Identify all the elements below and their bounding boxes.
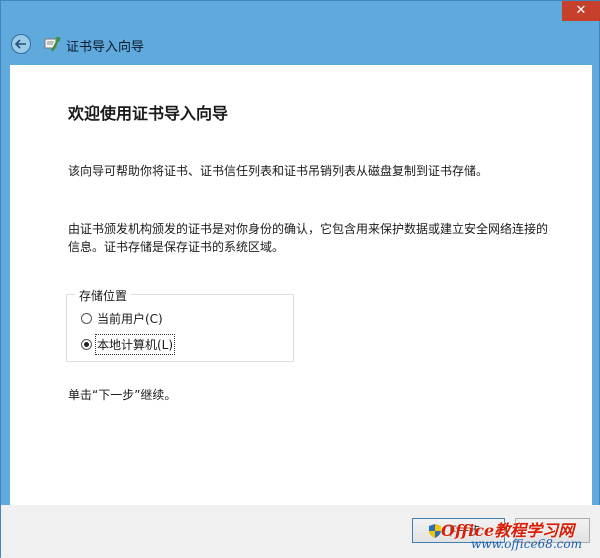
watermark-url: www.office68.com [471,537,582,551]
current-user-radio[interactable] [81,313,92,324]
close-button[interactable]: ✕ [562,1,600,21]
wizard-window: ✕ 证书导入向导 欢迎使用证书导入向导 该向导可帮助你将证书、证书信任列表和证书… [0,0,600,558]
back-arrow-icon [15,39,26,49]
description-text: 由证书颁发机构颁发的证书是对你身份的确认，它包含用来保护数据或建立安全网络连接的… [68,222,549,254]
current-user-label: 当前用户(C) [97,312,163,326]
title-bar: 证书导入向导 [1,23,599,65]
click-next-hint: 单击“下一步”继续。 [68,388,177,402]
uac-shield-icon [429,523,441,538]
page-title: 欢迎使用证书导入向导 [68,104,229,123]
back-button[interactable] [11,34,31,54]
store-location-title: 存储位置 [75,287,132,304]
current-user-option[interactable]: 当前用户(C) [81,310,163,327]
local-machine-radio[interactable] [81,339,92,350]
intro-text: 该向导可帮助你将证书、证书信任列表和证书吊销列表从磁盘复制到证书存储。 [68,164,489,178]
wizard-content: 欢迎使用证书导入向导 该向导可帮助你将证书、证书信任列表和证书吊销列表从磁盘复制… [10,65,592,505]
store-location-group: 存储位置 当前用户(C) 本地计算机(L) [66,287,294,362]
local-machine-label: 本地计算机(L) [94,334,176,355]
local-machine-option[interactable]: 本地计算机(L) [81,334,176,355]
window-title: 证书导入向导 [66,40,145,55]
certificate-icon [44,37,60,52]
